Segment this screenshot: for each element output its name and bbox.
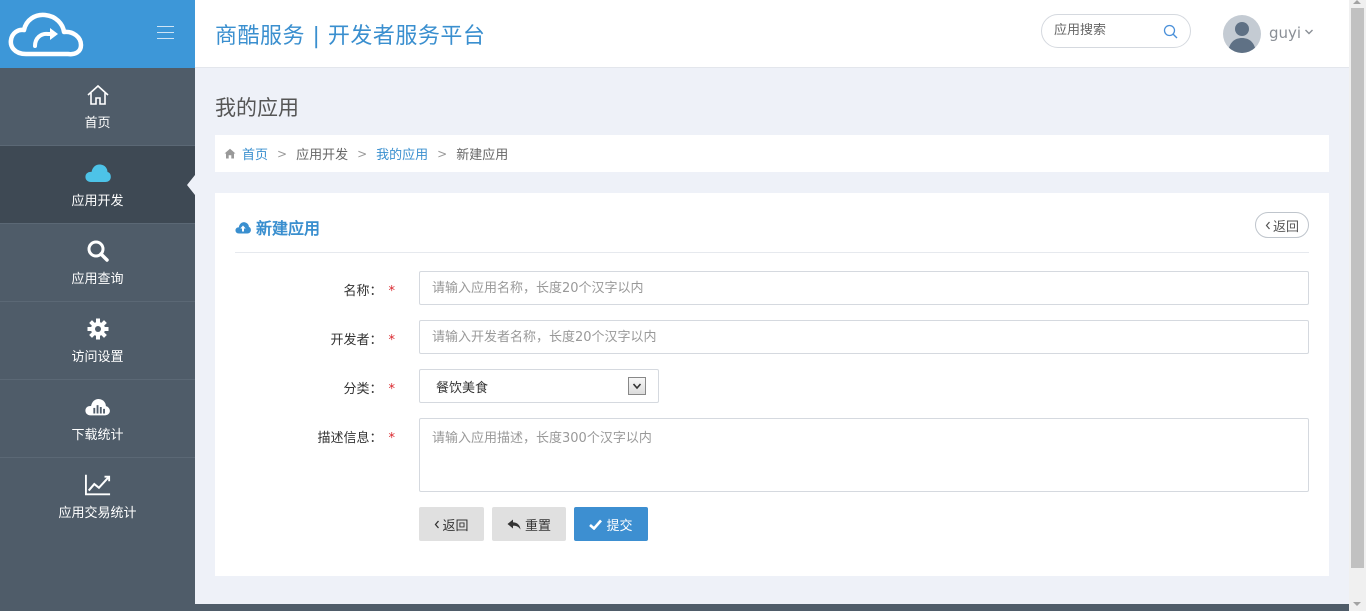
new-app-panel: 新建应用 返回 名称： * 开发者： * 分类： * 餐饮美食 描述信息： * 返回 重… <box>215 193 1329 576</box>
panel-title-text: 新建应用 <box>256 219 321 238</box>
sidebar-item-trade-stats[interactable]: 应用交易统计 <box>0 458 195 536</box>
search-box[interactable] <box>1041 14 1191 48</box>
description-textarea[interactable] <box>419 418 1309 492</box>
category-label-text: 分类： <box>343 382 383 397</box>
home-icon <box>85 83 111 107</box>
breadcrumb-current: 新建应用 <box>456 148 509 163</box>
category-label: 分类： * <box>343 378 395 397</box>
search-icon[interactable] <box>1163 24 1178 39</box>
chevron-left-icon <box>435 520 440 528</box>
breadcrumb: 首页 > 应用开发 > 我的应用 > 新建应用 <box>215 135 1329 172</box>
gear-icon <box>85 317 111 341</box>
avatar[interactable] <box>1223 15 1261 53</box>
developer-label: 开发者： * <box>330 329 395 348</box>
name-label-text: 名称： <box>343 284 383 299</box>
cloud-chart-icon <box>84 395 111 419</box>
chevron-left-icon <box>1265 221 1270 229</box>
sidebar-item-access-settings[interactable]: 访问设置 <box>0 302 195 380</box>
developer-label-text: 开发者： <box>330 333 383 348</box>
page-title: 我的应用 <box>215 96 299 120</box>
reset-button[interactable]: 重置 <box>492 507 566 541</box>
search-input[interactable] <box>1054 23 1154 38</box>
developer-input[interactable] <box>419 320 1309 354</box>
scroll-down-arrow-icon[interactable] <box>1353 602 1361 606</box>
sidebar-item-label: 首页 <box>84 115 111 131</box>
back-pill-button[interactable]: 返回 <box>1254 212 1309 238</box>
breadcrumb-app-dev: 应用开发 <box>296 148 349 163</box>
category-select-value: 餐饮美食 <box>436 380 489 396</box>
back-button-label: 返回 <box>442 518 469 534</box>
user-name[interactable]: guyi <box>1269 24 1301 42</box>
check-icon <box>589 519 603 530</box>
panel-title: 新建应用 <box>235 215 320 239</box>
vertical-scrollbar[interactable] <box>1349 0 1366 611</box>
back-button[interactable]: 返回 <box>419 507 484 541</box>
sidebar-item-home[interactable]: 首页 <box>0 68 195 146</box>
cloud-logo-icon[interactable] <box>8 12 84 58</box>
description-label-text: 描述信息： <box>317 431 383 446</box>
description-label: 描述信息： * <box>317 427 395 446</box>
chevron-down-icon[interactable] <box>1304 27 1314 37</box>
sidebar-item-app-dev[interactable]: 应用开发 <box>0 146 195 224</box>
cloud-icon <box>84 161 111 185</box>
breadcrumb-separator: > <box>357 146 368 161</box>
name-label: 名称： * <box>343 280 395 299</box>
sidebar-item-app-query[interactable]: 应用查询 <box>0 224 195 302</box>
sidebar-item-label: 下载统计 <box>71 427 124 443</box>
required-mark: * <box>388 333 396 348</box>
sidebar-item-label: 应用开发 <box>71 193 124 209</box>
submit-button[interactable]: 提交 <box>574 507 648 541</box>
search-icon <box>85 239 111 263</box>
back-pill-label: 返回 <box>1272 219 1299 235</box>
sidebar: 首页 应用开发 应用查询 访问设置 下载统计 应用交易统计 <box>0 0 195 611</box>
reply-icon <box>507 519 521 529</box>
category-select[interactable]: 餐饮美食 <box>419 369 659 403</box>
required-mark: * <box>388 382 396 397</box>
breadcrumb-home[interactable]: 首页 <box>242 144 268 163</box>
required-mark: * <box>388 284 396 299</box>
sidebar-item-label: 访问设置 <box>71 349 124 365</box>
submit-button-label: 提交 <box>606 518 633 534</box>
breadcrumb-my-apps[interactable]: 我的应用 <box>376 144 428 163</box>
sidebar-item-label: 应用交易统计 <box>58 506 137 521</box>
scroll-thumb[interactable] <box>1351 8 1364 568</box>
breadcrumb-separator: > <box>437 146 448 161</box>
name-input[interactable] <box>419 271 1309 305</box>
panel-header: 新建应用 返回 <box>235 193 1309 253</box>
site-title[interactable]: 商酷服务 | 开发者服务平台 <box>215 18 485 50</box>
top-bar: 商酷服务 | 开发者服务平台 guyi <box>195 0 1349 68</box>
breadcrumb-separator: > <box>277 146 288 161</box>
line-chart-icon <box>84 473 111 497</box>
required-mark: * <box>388 431 396 446</box>
cloud-upload-icon <box>235 221 251 233</box>
footer-strip <box>195 604 1349 611</box>
logo-bar <box>0 0 195 68</box>
select-arrow-icon[interactable] <box>628 377 646 395</box>
reset-button-label: 重置 <box>524 518 551 534</box>
home-icon <box>224 148 236 159</box>
scroll-up-arrow-icon[interactable] <box>1353 0 1361 4</box>
menu-toggle-icon[interactable] <box>157 26 174 40</box>
sidebar-item-download-stats[interactable]: 下载统计 <box>0 380 195 458</box>
sidebar-item-label: 应用查询 <box>71 271 124 287</box>
